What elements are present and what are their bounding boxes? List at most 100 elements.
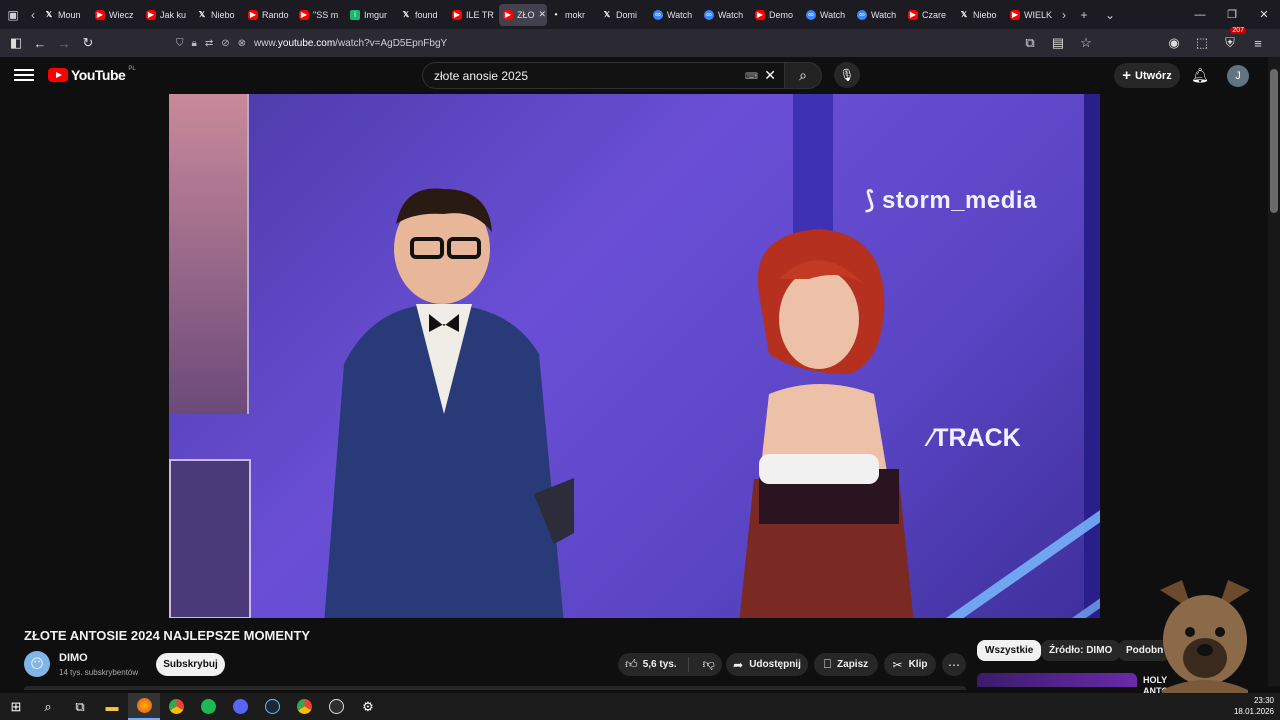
watch-favicon-icon: ∞ [653, 9, 663, 20]
browser-tab-label: Watch [667, 9, 693, 20]
browser-tab[interactable]: ▶ Rando [244, 4, 295, 26]
dislike-button[interactable]: 👎︎ [695, 657, 715, 672]
spotify-icon[interactable] [192, 693, 224, 720]
browser-tab-label: ILE TR [466, 9, 494, 20]
reader-view-icon[interactable]: ▤ [1046, 29, 1070, 57]
url-text[interactable]: www.youtube.com/watch?v=AgD5EpnFbgY [254, 38, 447, 49]
obs-icon[interactable] [320, 693, 352, 720]
shield-icon[interactable]: ⛉ [176, 38, 184, 49]
scroll-tabs-right-icon[interactable]: › [1057, 0, 1071, 29]
steam-icon[interactable] [256, 693, 288, 720]
host-woman-figure [739, 229, 914, 618]
description-box[interactable] [24, 686, 966, 690]
minimize-icon[interactable]: — [1184, 0, 1216, 29]
light-beam [929, 480, 1100, 618]
channel-name[interactable]: DIMO [59, 652, 88, 664]
chrome-icon[interactable] [288, 693, 320, 720]
steelseries-icon[interactable]: ⚙ [352, 693, 384, 720]
account-icon[interactable]: ◉ [1162, 29, 1186, 57]
stage-panel-lower [169, 459, 251, 618]
discord-icon[interactable] [224, 693, 256, 720]
hamburger-menu-icon[interactable] [14, 66, 34, 84]
like-button[interactable]: 👍︎ 5,6 tys. [625, 657, 688, 672]
clock-date: 18.01.2026 [1233, 707, 1274, 716]
browser-tab[interactable]: 𝕏 Domi [598, 4, 649, 26]
like-divider [688, 657, 689, 672]
browser-tab-label: Jak ku [160, 9, 187, 20]
close-tab-icon[interactable]: ✕ [539, 9, 547, 20]
browser-tab[interactable]: ▶ WIELK [1006, 4, 1057, 26]
browser-tab[interactable]: 𝕏 Niebo [955, 4, 1006, 26]
search-input[interactable]: złote anosie 2025 ⌨ ✕ [422, 62, 784, 89]
lock-icon[interactable]: 🔒︎ [192, 38, 197, 49]
task-view-icon[interactable]: ⧉ [64, 693, 96, 720]
chip-source[interactable]: Źródło: DIMO [1041, 640, 1121, 661]
browser-tab[interactable]: ∞ Watch [700, 4, 751, 26]
browser-tab-label: WIELK [1024, 9, 1053, 20]
back-icon[interactable]: ← [28, 29, 52, 57]
browser-tab[interactable]: ▶ Jak ku [142, 4, 193, 26]
browser-tab[interactable]: ▶ ILE TR [448, 4, 499, 26]
stage-edge [1084, 94, 1100, 618]
browser-tab[interactable]: i Imgur [346, 4, 397, 26]
browser-tab-label: Rando [262, 9, 289, 20]
browser-tab[interactable]: ▶ Demo [751, 4, 802, 26]
browser-tab[interactable]: 𝕏 Niebo [193, 4, 244, 26]
youtube-logo[interactable]: YouTube PL [48, 66, 136, 83]
browser-tab[interactable]: 𝕏 Moun [40, 4, 91, 26]
browser-tab[interactable]: ∞ Watch [802, 4, 853, 26]
notifications-bell-icon[interactable]: 🔔︎ [1190, 65, 1210, 85]
windows-start-icon[interactable]: ⊞ [0, 693, 32, 720]
search-icon[interactable]: ⌕ [32, 693, 64, 720]
voice-search-button[interactable]: 🎙︎ [834, 62, 860, 88]
bookmark-star-icon[interactable]: ☆ [1074, 29, 1098, 57]
page-scrollbar[interactable] [1268, 57, 1280, 686]
picture-in-picture-icon[interactable]: ⧉ [1018, 29, 1042, 57]
address-bar[interactable]: ⛉ 🔒︎ ⇄ ⊘ ⊗ www.youtube.com/watch?v=AgD5E… [176, 32, 1104, 54]
chip-all[interactable]: Wszystkie [977, 640, 1042, 661]
extensions-icon[interactable]: ⬚ [1190, 29, 1214, 57]
forward-icon[interactable]: → [52, 29, 76, 57]
restore-icon[interactable]: ❐ [1216, 0, 1248, 29]
country-code: PL [128, 66, 136, 72]
browser-tab[interactable]: ▶ ZŁO ✕ [499, 3, 547, 26]
browser-tab-label: Demo [769, 9, 794, 20]
browser-tab[interactable]: • mokr [547, 4, 598, 26]
browser-tab[interactable]: ▶ Wiecz [91, 4, 142, 26]
create-button[interactable]: + Utwórz [1114, 63, 1180, 88]
browser-tab[interactable]: ▶ Czare [904, 4, 955, 26]
browser-tab-label: Wiecz [109, 9, 134, 20]
browser-tab[interactable]: 𝕏found [397, 4, 448, 26]
firefox-icon[interactable] [128, 693, 160, 720]
clip-button[interactable]: ✂ Klip [884, 653, 936, 676]
subscribe-button[interactable]: Subskrybuj [156, 653, 225, 676]
permissions-icon[interactable]: ⇄ [205, 38, 213, 49]
sidebar-toggle-icon[interactable]: ◧ [4, 29, 28, 57]
chevron-down-icon[interactable]: ⌄ [1097, 0, 1123, 29]
tab-list-icon[interactable]: ▣ [0, 0, 26, 29]
clear-search-icon[interactable]: ✕ [764, 67, 776, 84]
video-player[interactable]: ⟆ storm_media ⁄TRACK [169, 94, 1100, 618]
save-button[interactable]: ⎕ Zapisz [814, 653, 878, 676]
new-tab-icon[interactable]: + [1071, 0, 1097, 29]
channel-avatar[interactable]: 😶︎ [24, 651, 50, 677]
more-actions-button[interactable]: ⋯ [942, 653, 966, 676]
recommendation-thumbnail[interactable] [977, 673, 1137, 687]
close-window-icon[interactable]: ✕ [1248, 0, 1280, 29]
search-button[interactable]: ⌕ [784, 62, 822, 89]
browser-tab[interactable]: ▶ "SS m [295, 4, 346, 26]
window-controls: — ❐ ✕ [1184, 0, 1280, 29]
avatar[interactable]: J [1227, 65, 1249, 87]
scroll-tabs-left-icon[interactable]: ‹ [26, 0, 40, 29]
file-explorer-icon[interactable]: ▬ [96, 693, 128, 720]
ublock-icon[interactable]: ⛨ 207 [1218, 27, 1246, 57]
keyboard-icon[interactable]: ⌨ [745, 71, 758, 82]
scrollbar-thumb[interactable] [1270, 69, 1278, 213]
system-clock[interactable]: 23:30 18.01.2026 [1234, 695, 1274, 717]
share-button[interactable]: ➦ Udostępnij [726, 653, 808, 676]
menu-icon[interactable]: ≡ [1246, 29, 1270, 57]
chrome-icon[interactable] [160, 693, 192, 720]
browser-tab[interactable]: ∞ Watch [649, 4, 700, 26]
reload-icon[interactable]: ↻ [76, 29, 100, 57]
browser-tab[interactable]: ∞ Watch [853, 4, 904, 26]
